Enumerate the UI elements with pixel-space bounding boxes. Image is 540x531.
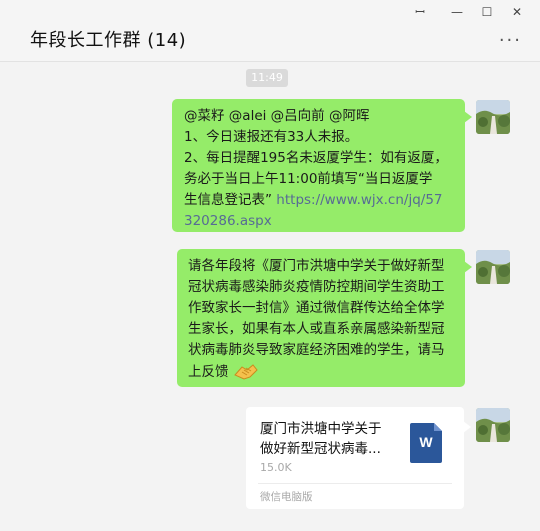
message-line: 生信息登记表” <box>184 192 277 208</box>
close-button[interactable]: ✕ <box>508 5 526 19</box>
message-line: 请各年段将《厦门市洪塘中学关于做好新型 <box>188 258 445 274</box>
message-line: @菜籽 @alei @吕向前 @阿晖 <box>184 108 370 124</box>
message-link-continued[interactable]: 320286.aspx <box>184 211 453 232</box>
message-line: 务必于当日上午11:00前填写“当日返厦学 <box>184 171 433 187</box>
file-name-line: 做好新型冠状病毒... <box>260 441 381 457</box>
file-size: 15.0K <box>260 461 292 474</box>
message-line: 1、今日速报还有33人未报。 <box>184 129 359 145</box>
divider <box>258 483 452 484</box>
message-line: 状病毒肺炎导致家庭经济困难的学生，请马 <box>188 342 445 358</box>
message-bubble[interactable]: @菜籽 @alei @吕向前 @阿晖 1、今日速报还有33人未报。 2、每日提醒… <box>172 99 472 232</box>
message-timestamp: 11:49 <box>246 69 288 87</box>
avatar[interactable] <box>476 408 510 442</box>
message-line: 2、每日提醒195名未返厦学生：如有返厦， <box>184 150 448 166</box>
chat-title: 年段长工作群 (14) <box>30 30 187 51</box>
more-options-button[interactable]: ··· <box>499 30 522 51</box>
file-name-line: 厦门市洪塘中学关于 <box>260 421 382 437</box>
message-bubble[interactable]: 请各年段将《厦门市洪塘中学关于做好新型 冠状病毒感染肺炎疫情防控期间学生资助工 … <box>177 249 472 387</box>
message-link[interactable]: https://www.wjx.cn/jq/57 <box>276 192 442 208</box>
file-source: 微信电脑版 <box>260 491 313 503</box>
message-line: 生家长，如果有本人或直系亲属感染新型冠 <box>188 321 445 337</box>
message-line: 上反馈 <box>188 364 229 380</box>
handshake-emoji-icon <box>233 364 258 380</box>
message-line: 冠状病毒感染肺炎疫情防控期间学生资助工 <box>188 279 445 295</box>
maximize-button[interactable]: ☐ <box>478 5 496 19</box>
pin-icon[interactable]: ꟷ <box>411 5 429 19</box>
avatar[interactable] <box>476 250 510 284</box>
word-file-icon: W <box>410 423 442 463</box>
minimize-button[interactable]: — <box>448 5 466 19</box>
avatar[interactable] <box>476 100 510 134</box>
file-name: 厦门市洪塘中学关于 做好新型冠状病毒... <box>260 419 382 459</box>
file-message-card[interactable]: 厦门市洪塘中学关于 做好新型冠状病毒... 15.0K W 微信电脑版 <box>246 407 471 509</box>
message-line: 作致家长一封信》通过微信群传达给全体学 <box>188 300 445 316</box>
word-letter: W <box>419 434 433 450</box>
title-bar: 年段长工作群 (14) ꟷ — ☐ ✕ ··· <box>0 0 540 62</box>
